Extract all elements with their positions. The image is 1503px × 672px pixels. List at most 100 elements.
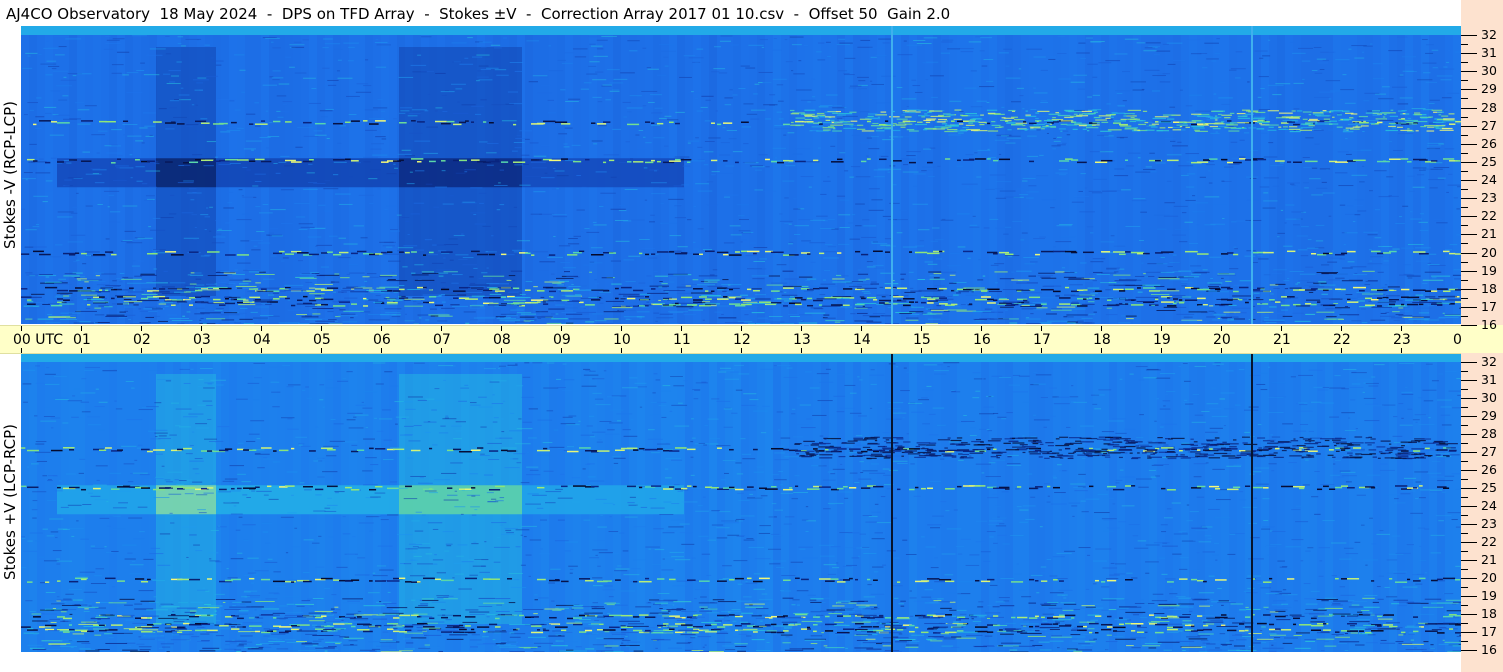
- noise-speck-bottom: [945, 510, 950, 512]
- noise-speck-top: [1233, 246, 1237, 248]
- rfi-streak-top: [939, 303, 948, 305]
- noise-speck-top: [941, 41, 953, 43]
- rfi-streak-top: [873, 250, 883, 253]
- rfi-streak-top: [603, 161, 607, 164]
- noise-speck-top: [58, 278, 67, 280]
- noise-speck-top: [126, 72, 139, 74]
- noise-speck-top: [1283, 245, 1293, 247]
- low-band-streak-top: [362, 276, 370, 278]
- noise-speck-top: [918, 289, 927, 291]
- low-band-streak-top: [859, 296, 865, 298]
- low-band-streak-top: [1050, 309, 1072, 311]
- low-band-streak-top: [1216, 298, 1238, 300]
- band27-streak-top: [1237, 122, 1250, 124]
- low-band-streak-top: [718, 317, 737, 319]
- low-band-streak-top: [808, 288, 820, 290]
- noise-speck-top: [1407, 175, 1415, 177]
- low-band-streak-top: [1260, 288, 1265, 290]
- band27-streak-top: [1144, 121, 1149, 124]
- rfi-streak-top: [1431, 290, 1438, 292]
- low-band-streak-top: [658, 278, 663, 280]
- rfi-streak-top: [1083, 289, 1088, 291]
- noise-speck-top: [1399, 97, 1413, 99]
- noise-speck-top: [314, 134, 327, 136]
- low-band-streak-top: [218, 282, 227, 284]
- rfi-streak-top: [21, 288, 28, 290]
- low-band-streak-top: [1225, 280, 1232, 282]
- low-band-streak-top: [1156, 309, 1176, 311]
- noise-speck-top: [1181, 212, 1187, 214]
- low-band-streak-top: [45, 276, 50, 278]
- noise-speck-top: [919, 240, 924, 242]
- noise-speck-top: [599, 205, 604, 207]
- low-band-streak-top: [697, 284, 716, 286]
- low-band-streak-top: [1263, 319, 1285, 321]
- noise-speck-bottom: [1047, 446, 1062, 448]
- rfi-streak-top: [1167, 305, 1177, 307]
- rfi-streak-top: [51, 121, 58, 123]
- low-band-streak-top: [1356, 291, 1370, 293]
- band27-streak-top: [1100, 130, 1112, 132]
- noise-speck-top: [1351, 320, 1362, 322]
- band27-streak-top: [1437, 111, 1445, 113]
- noise-speck-top: [696, 48, 704, 50]
- low-band-streak-top: [870, 283, 880, 285]
- rfi-streak-top: [285, 297, 290, 300]
- noise-speck-top: [923, 148, 932, 150]
- band27-streak-top: [1291, 110, 1296, 112]
- low-band-streak-top: [1221, 277, 1224, 279]
- rfi-streak-top: [315, 122, 326, 125]
- band27-streak-top: [1350, 113, 1358, 115]
- rfi-streak-top: [1449, 252, 1456, 255]
- noise-speck-top: [214, 309, 223, 311]
- band27-streak-top: [1195, 130, 1208, 132]
- low-band-streak-top: [1294, 320, 1311, 322]
- low-band-streak-top: [92, 301, 109, 303]
- noise-speck-top: [798, 60, 802, 62]
- texture-column-top: [37, 35, 45, 324]
- noise-speck-top: [397, 250, 407, 252]
- noise-speck-top: [848, 87, 857, 89]
- noise-speck-top: [268, 294, 275, 296]
- noise-speck-top: [758, 71, 773, 73]
- noise-speck-top: [598, 125, 607, 127]
- noise-speck-top: [972, 215, 976, 217]
- noise-speck-top: [748, 323, 755, 324]
- noise-speck-top: [1422, 72, 1431, 74]
- low-band-streak-top: [1262, 320, 1284, 322]
- rfi-streak-top: [453, 123, 462, 126]
- rfi-streak-top: [297, 299, 303, 302]
- noise-speck-top: [658, 44, 675, 46]
- noise-speck-top: [1231, 221, 1237, 223]
- noise-speck-top: [1252, 262, 1258, 264]
- noise-speck-top: [1136, 42, 1145, 44]
- low-band-streak-top: [661, 283, 668, 285]
- low-band-streak-top: [971, 291, 974, 293]
- low-band-streak-top: [1188, 311, 1208, 313]
- noise-speck-top: [1172, 145, 1188, 147]
- noise-speck-top: [565, 101, 579, 103]
- texture-column-bottom: [1365, 362, 1373, 652]
- rfi-streak-top: [21, 253, 30, 255]
- noise-speck-top: [1343, 244, 1346, 246]
- noise-speck-top: [620, 72, 635, 74]
- low-band-streak-top: [823, 297, 842, 299]
- low-band-streak-top: [1181, 320, 1198, 322]
- noise-speck-top: [434, 186, 448, 188]
- rfi-streak-top: [321, 289, 334, 291]
- low-band-streak-top: [704, 281, 718, 283]
- noise-speck-top: [779, 323, 795, 324]
- noise-speck-top: [1301, 60, 1311, 62]
- low-band-streak-top: [653, 312, 660, 314]
- rfi-streak-top: [471, 121, 475, 123]
- rfi-streak-top: [513, 161, 526, 163]
- low-band-streak-top: [111, 303, 129, 305]
- band27-streak-top: [1257, 121, 1269, 124]
- noise-speck-top: [1091, 192, 1103, 194]
- noise-speck-top: [268, 232, 275, 234]
- rfi-streak-top: [1287, 121, 1296, 123]
- low-band-streak-top: [315, 299, 325, 301]
- rfi-streak-top: [1383, 160, 1387, 162]
- noise-speck-top: [200, 118, 208, 120]
- noise-speck-top: [54, 244, 63, 246]
